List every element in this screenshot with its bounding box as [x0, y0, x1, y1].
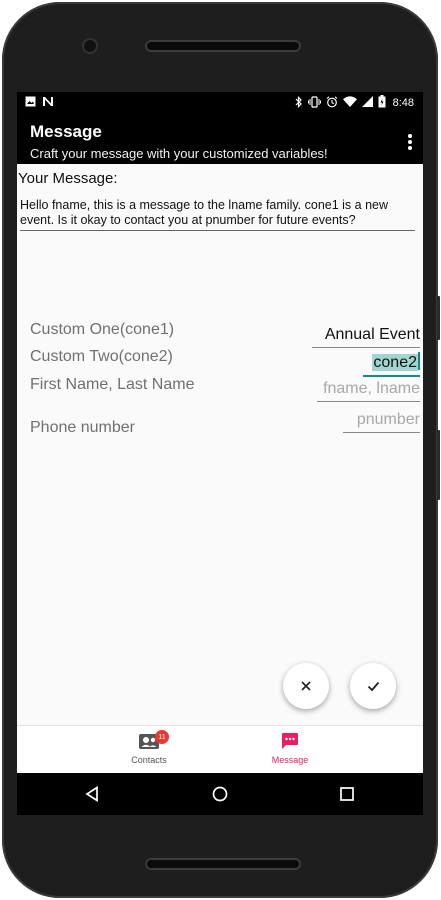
- page-title: Message: [30, 122, 102, 141]
- battery-icon: [378, 95, 386, 111]
- message-body-input[interactable]: Hello fname, this is a message to the ln…: [20, 198, 415, 231]
- alarm-icon: [326, 95, 338, 111]
- text-cursor: [418, 352, 420, 370]
- overflow-menu-icon[interactable]: [407, 134, 413, 150]
- vibrate-icon: [307, 95, 321, 111]
- custom-two-label: Custom Two(cone2): [30, 348, 173, 365]
- status-bar: 8:48: [17, 92, 423, 114]
- image-icon: [25, 96, 36, 110]
- front-camera: [82, 38, 98, 54]
- nav-label-contacts: Contacts: [131, 755, 167, 765]
- check-icon: [367, 681, 379, 691]
- nav-item-message[interactable]: Message: [240, 732, 340, 765]
- nav-label-message: Message: [271, 755, 309, 765]
- message-heading: Your Message:: [18, 170, 118, 187]
- custom-one-input[interactable]: Annual Event: [312, 326, 420, 348]
- bottom-navigation: 11 Contacts Message: [17, 725, 423, 774]
- phone-input[interactable]: pnumber: [343, 411, 420, 433]
- custom-two-input[interactable]: cone2: [363, 352, 420, 377]
- confirm-button[interactable]: [350, 663, 396, 709]
- nav-item-contacts[interactable]: 11 Contacts: [99, 730, 199, 765]
- selected-text: cone2: [372, 354, 418, 371]
- back-icon[interactable]: [85, 786, 99, 802]
- signal-icon: [361, 96, 373, 110]
- system-navigation-bar: [17, 773, 423, 815]
- bluetooth-icon: [295, 95, 303, 111]
- home-icon[interactable]: [212, 786, 228, 802]
- bottom-speaker: [145, 858, 301, 870]
- contacts-badge: 11: [155, 730, 169, 744]
- app-screen: 8:48 Message Craft your message with you…: [17, 92, 423, 815]
- custom-one-label: Custom One(cone1): [30, 321, 175, 338]
- name-input[interactable]: fname, lname: [317, 380, 420, 402]
- wifi-icon: [342, 96, 357, 110]
- recents-icon[interactable]: [340, 787, 354, 801]
- message-icon: [282, 733, 298, 749]
- earpiece-speaker: [145, 40, 301, 52]
- name-label: First Name, Last Name: [30, 376, 195, 393]
- status-time: 8:48: [392, 97, 414, 109]
- close-icon: [301, 681, 311, 691]
- power-button: [437, 430, 440, 500]
- phone-label: Phone number: [30, 419, 135, 436]
- app-bar: Message Craft your message with your cus…: [17, 114, 423, 164]
- cancel-button[interactable]: [283, 663, 329, 709]
- volume-button: [437, 296, 440, 340]
- page-subtitle: Craft your message with your customized …: [30, 146, 328, 161]
- n-notification-icon: [42, 96, 54, 110]
